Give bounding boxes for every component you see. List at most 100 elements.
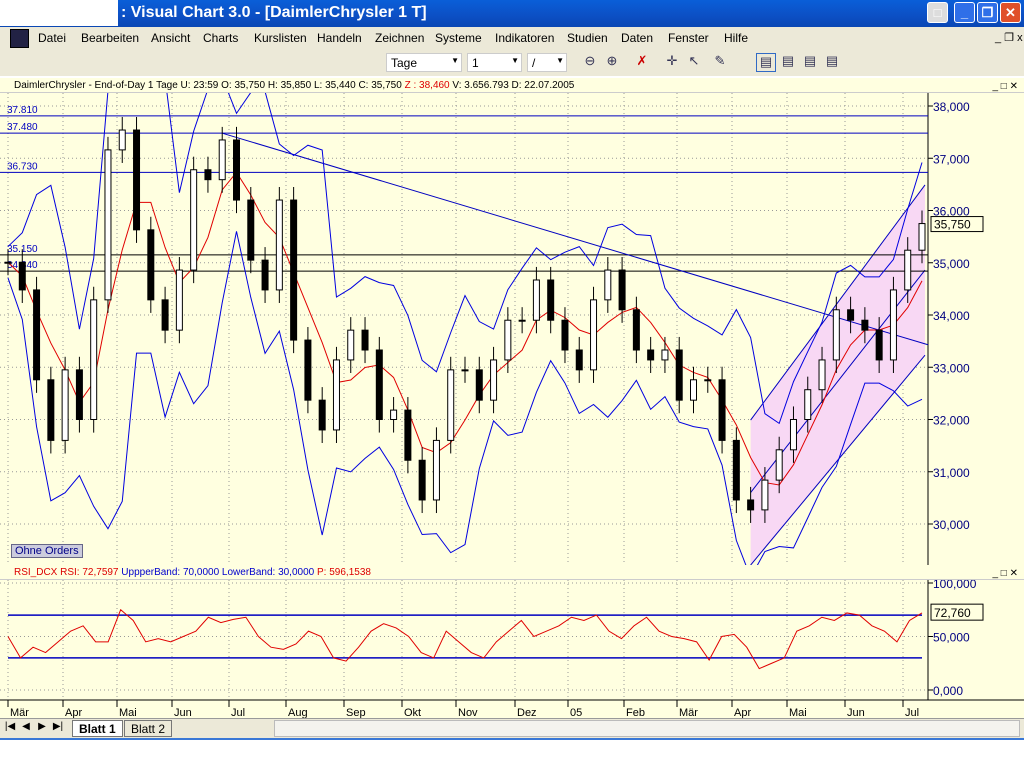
menu-studien[interactable]: Studien [567, 31, 608, 45]
candle [918, 223, 926, 251]
menu-bar: Datei Bearbeiten Ansicht Charts Kurslist… [0, 27, 1024, 50]
multiplier-value: 1 [472, 56, 479, 70]
menu-kurslisten[interactable]: Kurslisten [254, 31, 307, 45]
candle [290, 199, 298, 341]
candle [418, 459, 426, 501]
pointer-icon[interactable]: ↖ [684, 53, 704, 72]
x-tick-label: Jul [905, 707, 919, 718]
rsi-bands: UppperBand: 70,0000 LowerBand: 30,0000 [121, 567, 317, 578]
close-button[interactable]: ✕ [1000, 2, 1021, 23]
rsi-value: RSI_DCX RSI: 72,7597 [14, 567, 122, 578]
candle [789, 419, 797, 451]
mdi-controls[interactable]: _ ❐ x [995, 31, 1023, 44]
candle [490, 359, 498, 401]
menu-charts[interactable]: Charts [203, 31, 238, 45]
candle [118, 129, 126, 151]
candle [690, 379, 697, 401]
candle [618, 269, 626, 311]
view3-icon[interactable]: ▤ [800, 53, 820, 72]
menu-daten[interactable]: Daten [621, 31, 653, 45]
x-tick-label: Mär [679, 707, 698, 718]
candle [233, 139, 240, 201]
divider [0, 738, 1024, 740]
candle [161, 299, 169, 331]
candle [761, 479, 769, 511]
rsi-period: P: 596,1538 [317, 567, 371, 578]
price-chart[interactable]: Mär Apr Mai Jun Jul Aug Sep Okt Nov Dez 05 Feb Mär Ap… [0, 93, 1024, 718]
candle [347, 329, 355, 361]
x-tick-label: Apr [734, 707, 751, 718]
multiplier-select[interactable]: 1 ▼ [467, 53, 522, 72]
restore-all-button[interactable]: □ [927, 2, 948, 23]
candle [475, 369, 483, 401]
candle [504, 319, 512, 361]
candle [847, 309, 855, 321]
app-logo-icon[interactable] [10, 29, 29, 48]
tab-blatt-1[interactable]: Blatt 1 [72, 720, 123, 737]
candle [647, 349, 655, 361]
x-tick-label: Okt [404, 707, 421, 718]
candle [904, 249, 912, 291]
menu-bearbeiten[interactable]: Bearbeiten [81, 31, 139, 45]
chevron-down-icon: ▼ [451, 56, 459, 65]
rsi-header: RSI_DCX RSI: 72,7597 UppperBand: 70,0000… [0, 565, 1024, 580]
window-title: : Visual Chart 3.0 - [DaimlerChrysler 1 … [121, 4, 427, 21]
maximize-button[interactable]: ❐ [977, 2, 998, 23]
quote-volume-date: V: 3.656.793 D: 22.07.2005 [452, 80, 575, 91]
next-sheet-icon[interactable]: ▶ [36, 721, 48, 737]
candle [190, 169, 198, 271]
y-tick-label: 37,000 [933, 152, 970, 166]
candle [75, 369, 83, 420]
last-sheet-icon[interactable]: ▶| [52, 721, 64, 737]
line-style-select[interactable]: / ▼ [527, 53, 567, 72]
orders-badge[interactable]: Ohne Orders [11, 544, 83, 558]
candle [661, 349, 669, 361]
crosshair-icon[interactable]: ✛ [662, 53, 682, 72]
candle [47, 379, 55, 441]
line-style-value: / [532, 56, 536, 70]
candle [247, 199, 255, 261]
menu-ansicht[interactable]: Ansicht [151, 31, 190, 45]
menu-systeme[interactable]: Systeme [435, 31, 482, 45]
view4-icon[interactable]: ▤ [822, 53, 842, 72]
view2-icon[interactable]: ▤ [778, 53, 798, 72]
candle [61, 369, 69, 441]
zoom-in-icon[interactable]: ⊕ [602, 53, 622, 72]
menu-datei[interactable]: Datei [38, 31, 66, 45]
prev-sheet-icon[interactable]: ◀ [20, 721, 32, 737]
menu-hilfe[interactable]: Hilfe [724, 31, 748, 45]
x-tick-label: Aug [288, 707, 308, 718]
menu-zeichnen[interactable]: Zeichnen [375, 31, 424, 45]
y-tick-label: 32,000 [933, 414, 970, 428]
zoom-out-icon[interactable]: ⊖ [580, 53, 600, 72]
candle [675, 349, 683, 401]
pane-controls[interactable]: _ □ ✕ [992, 79, 1018, 94]
y-tick-label: 38,000 [933, 100, 970, 114]
y-tick-label: 33,000 [933, 361, 970, 375]
hline-label: 37.480 [7, 122, 38, 133]
candle [590, 299, 598, 371]
x-tick-label: Jun [174, 707, 192, 718]
candle [133, 129, 141, 231]
y-tick-label: 31,000 [933, 466, 970, 480]
pen-icon[interactable]: ✎ [710, 53, 730, 72]
rsi-pane-controls[interactable]: _ □ ✕ [992, 566, 1018, 581]
menu-indikatoren[interactable]: Indikatoren [495, 31, 554, 45]
period-select[interactable]: Tage ▼ [386, 53, 462, 72]
first-sheet-icon[interactable]: |◀ [4, 721, 16, 737]
last-price-label: 35,750 [934, 218, 971, 232]
candle [361, 329, 369, 351]
candle [218, 139, 226, 181]
menu-handeln[interactable]: Handeln [317, 31, 362, 45]
candle [575, 349, 583, 371]
quote-info: DaimlerChrysler - End-of-Day 1 Tage U: 2… [14, 80, 405, 91]
horizontal-scrollbar[interactable] [274, 720, 1020, 737]
minimize-button[interactable]: _ [954, 2, 975, 23]
tab-blatt-2[interactable]: Blatt 2 [124, 720, 173, 737]
view1-icon[interactable]: ▤ [756, 53, 776, 72]
chart-type-icon[interactable]: ✗ [632, 53, 652, 72]
title-bar: : Visual Chart 3.0 - [DaimlerChrysler 1 … [0, 0, 1024, 27]
candle [318, 399, 326, 431]
menu-fenster[interactable]: Fenster [668, 31, 709, 45]
hline-label: 37.810 [7, 105, 38, 116]
